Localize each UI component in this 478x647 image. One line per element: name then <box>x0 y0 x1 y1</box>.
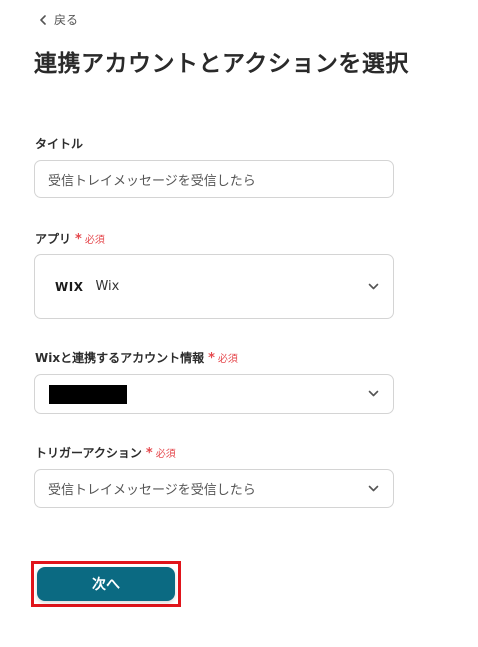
back-label: 戻る <box>54 13 79 27</box>
chevron-down-icon <box>368 485 379 491</box>
required-text: 必須 <box>217 354 238 365</box>
required-marker: * 必須 <box>146 445 176 460</box>
asterisk-icon: * <box>75 232 82 247</box>
redacted-account-value <box>49 384 127 404</box>
account-label-text: Wixと連携するアカウント情報 <box>35 351 205 365</box>
app-field-label: アプリ * 必須 <box>35 230 105 247</box>
trigger-select-value: 受信トレイメッセージを受信したら <box>48 483 256 498</box>
required-text: 必須 <box>155 449 176 460</box>
title-field-label: タイトル <box>35 135 83 152</box>
required-text: 必須 <box>84 235 105 246</box>
chevron-left-icon <box>40 14 46 25</box>
chevron-down-icon <box>368 283 379 289</box>
app-select[interactable]: WIX Wix <box>34 254 394 319</box>
trigger-select[interactable]: 受信トレイメッセージを受信したら <box>34 469 394 508</box>
required-marker: * 必須 <box>208 350 238 365</box>
title-input-value: 受信トレイメッセージを受信したら <box>48 173 256 189</box>
trigger-label-text: トリガーアクション <box>35 446 142 460</box>
wix-logo-icon: WIX <box>55 279 84 294</box>
chevron-down-icon <box>368 390 379 397</box>
asterisk-icon: * <box>208 351 215 366</box>
trigger-field-label: トリガーアクション * 必須 <box>35 444 176 461</box>
app-select-value: Wix <box>95 279 120 294</box>
account-field-label: Wixと連携するアカウント情報 * 必須 <box>35 349 238 366</box>
next-button-highlight: 次へ <box>31 561 181 607</box>
page-title: 連携アカウントとアクションを選択 <box>34 51 409 77</box>
page: 戻る 連携アカウントとアクションを選択 タイトル 受信トレイメッセージを受信した… <box>0 0 478 647</box>
title-label-text: タイトル <box>35 137 84 151</box>
account-select[interactable] <box>34 374 394 414</box>
required-marker: * 必須 <box>75 231 105 246</box>
app-label-text: アプリ <box>35 232 72 246</box>
back-link[interactable]: 戻る <box>38 11 78 28</box>
title-input[interactable]: 受信トレイメッセージを受信したら <box>34 160 394 198</box>
asterisk-icon: * <box>145 446 153 461</box>
next-button[interactable]: 次へ <box>37 567 175 601</box>
